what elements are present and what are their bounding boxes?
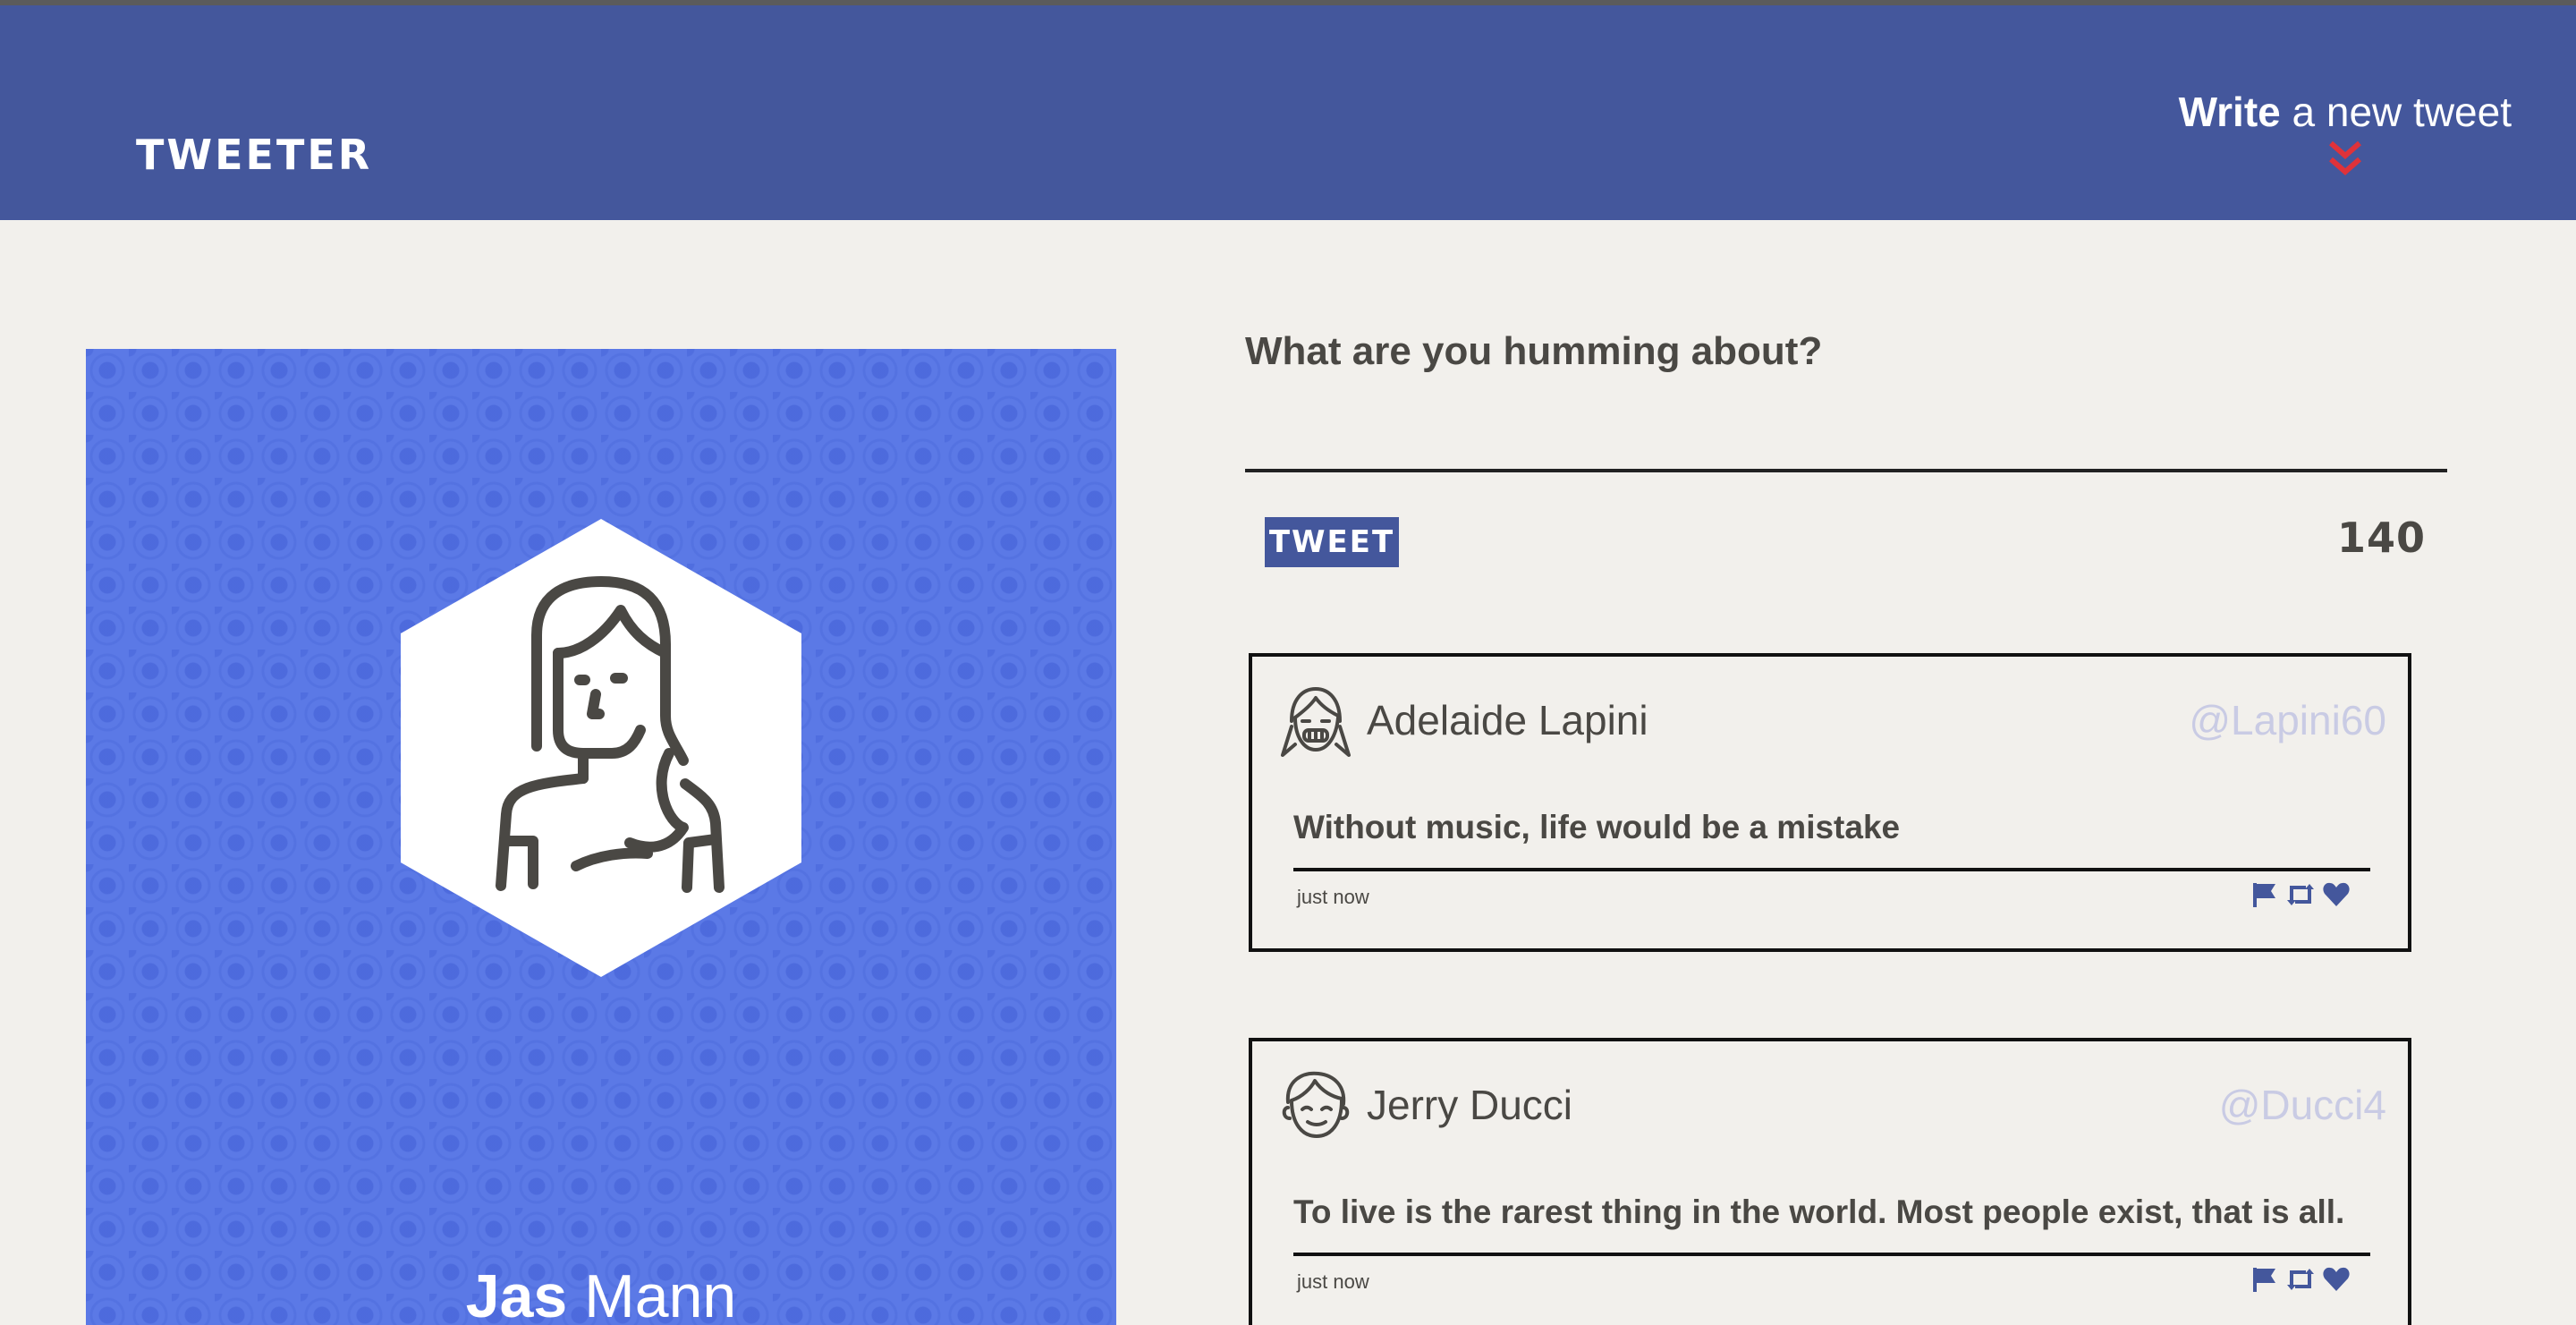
tweet-text: Without music, life would be a mistake (1293, 809, 1901, 845)
write-new-tweet-rest: a new tweet (2292, 89, 2512, 135)
retweet-icon[interactable] (2286, 1265, 2315, 1294)
tweet-author-handle[interactable]: @Ducci4 (2219, 1081, 2386, 1129)
tweet-timestamp: just now (1297, 886, 1369, 908)
tweet-author-name[interactable]: Jerry Ducci (1367, 1081, 1572, 1129)
double-chevron-down-icon[interactable] (2327, 138, 2363, 181)
user-avatar-icon (1282, 1071, 1350, 1138)
profile-first-name: Jas (465, 1262, 568, 1325)
tweet-text: To live is the rarest thing in the world… (1293, 1193, 2345, 1230)
tweet-author-name[interactable]: Adelaide Lapini (1367, 696, 1648, 744)
profile-card: Jas Mann (86, 349, 1116, 1325)
user-avatar-icon (1281, 687, 1351, 757)
composer-question-label: What are you humming about? (1245, 329, 1823, 373)
profile-last-name: Mann (584, 1262, 737, 1325)
tweet-actions (2250, 1265, 2351, 1294)
app-logo[interactable]: TWEETER (136, 131, 372, 179)
retweet-icon[interactable] (2286, 880, 2315, 909)
header-bar: TWEETER Write a new tweet (0, 5, 2576, 220)
tweet-divider (1293, 868, 2370, 871)
profile-avatar (401, 519, 801, 977)
tweet-card: Adelaide Lapini @Lapini60 Without music,… (1249, 653, 2411, 952)
tweet-submit-button[interactable]: TWEET (1265, 517, 1399, 567)
character-counter: 140 (2336, 514, 2426, 562)
tweet-author-handle[interactable]: @Lapini60 (2189, 696, 2386, 744)
write-new-tweet-toggle[interactable]: Write a new tweet (2179, 88, 2512, 181)
flag-icon[interactable] (2250, 1265, 2279, 1294)
tweet-actions (2250, 880, 2351, 909)
heart-icon[interactable] (2322, 1265, 2351, 1294)
tweet-text-input[interactable] (1245, 394, 2447, 472)
tweet-divider (1293, 1253, 2370, 1256)
write-new-tweet-label[interactable]: Write a new tweet (2179, 88, 2512, 136)
heart-icon[interactable] (2322, 880, 2351, 909)
profile-name: Jas Mann (86, 1261, 1116, 1325)
write-new-tweet-bold: Write (2178, 89, 2281, 135)
tweet-timestamp: just now (1297, 1270, 1369, 1293)
flag-icon[interactable] (2250, 880, 2279, 909)
tweet-card: Jerry Ducci @Ducci4 To live is the rares… (1249, 1038, 2411, 1325)
